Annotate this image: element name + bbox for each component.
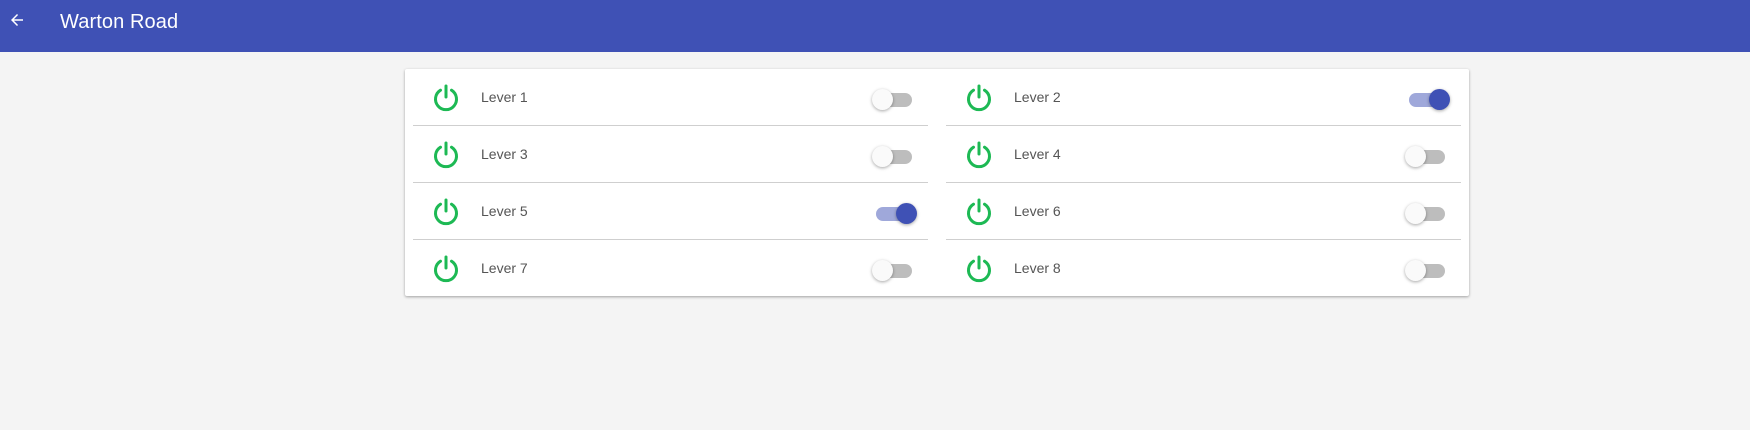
power-icon [434, 84, 458, 112]
back-button[interactable] [0, 0, 34, 40]
toggle-thumb [1405, 146, 1426, 167]
power-icon [434, 255, 458, 283]
lever-toggle[interactable] [1405, 258, 1449, 281]
toggle-thumb [896, 203, 917, 224]
lever-toggle[interactable] [1405, 87, 1450, 110]
lever-label: Lever 2 [1014, 89, 1061, 105]
toggle-thumb [872, 89, 893, 110]
lever-toggle[interactable] [1405, 144, 1449, 167]
lever-toggle[interactable] [872, 87, 916, 110]
lever-row: Lever 8 [946, 240, 1461, 297]
toggle-thumb [872, 260, 893, 281]
toggle-thumb [1405, 260, 1426, 281]
page-title: Warton Road [60, 11, 179, 33]
lever-label: Lever 8 [1014, 260, 1061, 276]
power-icon [434, 198, 458, 226]
toggle-thumb [1405, 203, 1426, 224]
arrow-back-icon [11, 14, 23, 26]
lever-row: Lever 3 [413, 126, 928, 183]
app-bar: Warton Road [0, 0, 1750, 52]
power-icon [967, 255, 991, 283]
lever-toggle[interactable] [1405, 201, 1449, 224]
levers-grid: Lever 1 Lever 2 Lever 3 Lever 4 Lever 5 Lever… [413, 69, 1461, 297]
power-icon [967, 141, 991, 169]
lever-label: Lever 5 [481, 203, 528, 219]
lever-row: Lever 1 [413, 69, 928, 126]
lever-row: Lever 7 [413, 240, 928, 297]
lever-toggle[interactable] [872, 144, 916, 167]
lever-label: Lever 4 [1014, 146, 1061, 162]
lever-label: Lever 7 [481, 260, 528, 276]
power-icon [967, 84, 991, 112]
power-icon [967, 198, 991, 226]
lever-label: Lever 1 [481, 89, 528, 105]
lever-label: Lever 6 [1014, 203, 1061, 219]
lever-row: Lever 6 [946, 183, 1461, 240]
lever-row: Lever 5 [413, 183, 928, 240]
toggle-thumb [1429, 89, 1450, 110]
levers-card: Lever 1 Lever 2 Lever 3 Lever 4 Lever 5 Lever… [405, 69, 1469, 296]
lever-row: Lever 4 [946, 126, 1461, 183]
power-icon [434, 141, 458, 169]
lever-label: Lever 3 [481, 146, 528, 162]
lever-toggle[interactable] [872, 201, 917, 224]
lever-toggle[interactable] [872, 258, 916, 281]
lever-row: Lever 2 [946, 69, 1461, 126]
toggle-thumb [872, 146, 893, 167]
